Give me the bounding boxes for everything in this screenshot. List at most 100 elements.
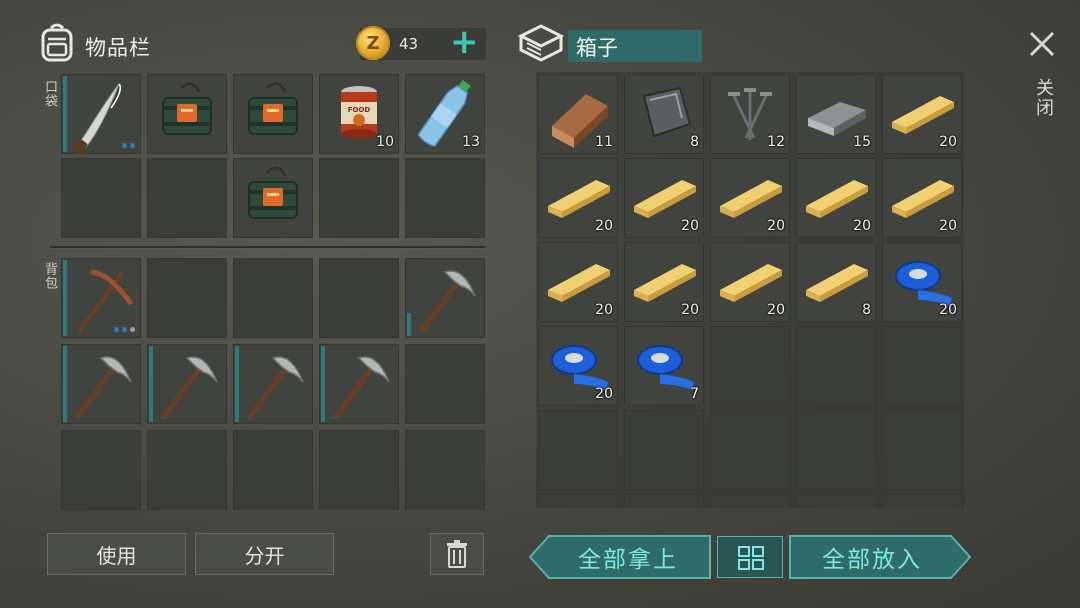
- box.slots-slot-blue-tape[interactable]: 20: [882, 242, 962, 322]
- trash-button[interactable]: [430, 533, 484, 575]
- box.slots-slot-plank[interactable]: 20: [538, 242, 618, 322]
- inventory.pocket_slots-slot-empty[interactable]: [319, 158, 399, 238]
- box.slots-slot-empty[interactable]: [624, 410, 704, 490]
- durability-bar: [63, 260, 67, 336]
- item-count: 20: [767, 218, 785, 234]
- inventory.pocket_slots-slot-empty[interactable]: [147, 158, 227, 238]
- inventory.pocket_slots-slot-machete[interactable]: [61, 74, 141, 154]
- item-count: 13: [462, 134, 480, 150]
- item-count: 20: [853, 218, 871, 234]
- box.slots-slot-nails[interactable]: 12: [710, 74, 790, 154]
- durability-bar: [149, 346, 153, 422]
- inventory.backpack_slots-slot-empty[interactable]: [405, 430, 485, 510]
- durability-bar: [235, 346, 239, 422]
- inventory-header: 物品栏 Z 43 +: [36, 20, 496, 70]
- box.slots-slot-empty[interactable]: [538, 410, 618, 490]
- copper-pickaxe-icon: [77, 269, 134, 334]
- box.slots-slot-blue-tape[interactable]: 7: [624, 326, 704, 406]
- split-button-label: 分开: [244, 543, 285, 568]
- split-button[interactable]: 分开: [195, 533, 334, 575]
- attachment-dots: [114, 327, 135, 332]
- use-button[interactable]: 使用: [47, 533, 186, 575]
- box.slots-slot-plank[interactable]: 20: [710, 158, 790, 238]
- box.slots-slot-empty[interactable]: [710, 410, 790, 490]
- box.slots-slot-plank[interactable]: 20: [882, 74, 962, 154]
- trash-icon: [447, 540, 467, 568]
- inventory.backpack_slots-slot-copper-pickaxe[interactable]: [61, 258, 141, 338]
- box.slots-slot-empty[interactable]: [796, 410, 876, 490]
- backpack-icon: [41, 23, 73, 62]
- box.slots-slot-empty[interactable]: [882, 410, 962, 490]
- inventory.backpack_slots-slot-stone-pickaxe[interactable]: [61, 344, 141, 424]
- close-button[interactable]: 关闭: [1020, 26, 1064, 126]
- box.slots-slot-plank[interactable]: 20: [538, 158, 618, 238]
- box.slots-slot-empty[interactable]: [710, 326, 790, 406]
- box-name-field[interactable]: 箱子: [568, 30, 702, 62]
- item-count: 12: [767, 134, 785, 150]
- item-count: 8: [862, 302, 871, 318]
- box.slots-slot-empty[interactable]: [882, 326, 962, 406]
- sort-button[interactable]: [717, 536, 783, 578]
- sort-grid-icon: [738, 546, 764, 570]
- inventory.pocket_slots-slot-dynamite-bundle[interactable]: [233, 158, 313, 238]
- box.slots-slot-plank[interactable]: 20: [624, 242, 704, 322]
- dynamite-bundle-icon: [162, 82, 212, 135]
- durability-bar: [407, 313, 411, 336]
- add-coins-button[interactable]: +: [450, 22, 479, 62]
- box.slots-slot-plank[interactable]: 20: [710, 242, 790, 322]
- inventory.backpack_slots-slot-stone-pickaxe[interactable]: [319, 344, 399, 424]
- inventory.backpack_slots-slot-stone-pickaxe[interactable]: [147, 344, 227, 424]
- dynamite-bundle-icon: [248, 166, 298, 219]
- box.slots-slot-log[interactable]: 11: [538, 74, 618, 154]
- inventory.pocket_slots-slot-dynamite-bundle[interactable]: [233, 74, 313, 154]
- box.slots-slot-plank[interactable]: 20: [624, 158, 704, 238]
- close-icon: [1029, 31, 1055, 57]
- inventory.backpack_slots-slot-empty[interactable]: [233, 258, 313, 338]
- inventory.backpack_slots-slot-stone-pickaxe[interactable]: [405, 258, 485, 338]
- box.slots-slot-metal-scrap[interactable]: 8: [624, 74, 704, 154]
- box.slots-slot-iron-bar[interactable]: 15: [796, 74, 876, 154]
- inventory.backpack_slots-slot-empty[interactable]: [405, 344, 485, 424]
- inventory.backpack_slots-slot-empty[interactable]: [233, 430, 313, 510]
- item-count: 10: [376, 134, 394, 150]
- box.slots-slot-empty[interactable]: [796, 326, 876, 406]
- box.slots-slot-empty[interactable]: [796, 494, 876, 508]
- inventory.pocket_slots-slot-empty[interactable]: [61, 158, 141, 238]
- inventory.backpack_slots-slot-stone-pickaxe[interactable]: [233, 344, 313, 424]
- durability-bar: [63, 76, 67, 152]
- box.slots-slot-plank[interactable]: 20: [796, 158, 876, 238]
- box.slots-slot-plank[interactable]: 8: [796, 242, 876, 322]
- inventory.backpack_slots-slot-empty[interactable]: [147, 258, 227, 338]
- stone-pickaxe-icon: [74, 356, 132, 420]
- inventory.pocket_slots-slot-empty[interactable]: [405, 158, 485, 238]
- svg-text:FOOD: FOOD: [348, 106, 371, 114]
- box.slots-slot-empty[interactable]: [710, 494, 790, 508]
- item-count: 20: [595, 218, 613, 234]
- pocket-backpack-divider: [50, 246, 485, 248]
- stone-pickaxe-icon: [332, 356, 390, 420]
- box.slots-slot-empty[interactable]: [624, 494, 704, 508]
- box.slots-slot-blue-tape[interactable]: 20: [538, 326, 618, 406]
- attachment-dots: [122, 143, 135, 148]
- stone-pickaxe-icon: [418, 270, 476, 334]
- stone-pickaxe-icon: [160, 356, 218, 420]
- machete-icon: [72, 83, 122, 154]
- pockets-label: 口袋: [42, 80, 57, 108]
- inventory.backpack_slots-slot-empty[interactable]: [319, 430, 399, 510]
- close-label: 关闭: [1033, 78, 1054, 118]
- box.slots-slot-plank[interactable]: 20: [882, 158, 962, 238]
- inventory.pocket_slots-slot-water-bottle[interactable]: 13: [405, 74, 485, 154]
- inventory.backpack_slots-slot-empty[interactable]: [147, 430, 227, 510]
- inventory.backpack_slots-slot-empty[interactable]: [61, 430, 141, 510]
- inventory.backpack_slots-slot-empty[interactable]: [319, 258, 399, 338]
- item-count: 8: [690, 134, 699, 150]
- box.slots-slot-empty[interactable]: [882, 494, 962, 508]
- coin-icon: Z: [356, 26, 390, 60]
- inventory.pocket_slots-slot-dynamite-bundle[interactable]: [147, 74, 227, 154]
- inventory.pocket_slots-slot-food-can[interactable]: FOOD 10: [319, 74, 399, 154]
- durability-bar: [321, 346, 325, 422]
- item-count: 20: [939, 134, 957, 150]
- inventory-title: 物品栏: [85, 36, 151, 60]
- item-count: 20: [681, 218, 699, 234]
- box.slots-slot-empty[interactable]: [538, 494, 618, 508]
